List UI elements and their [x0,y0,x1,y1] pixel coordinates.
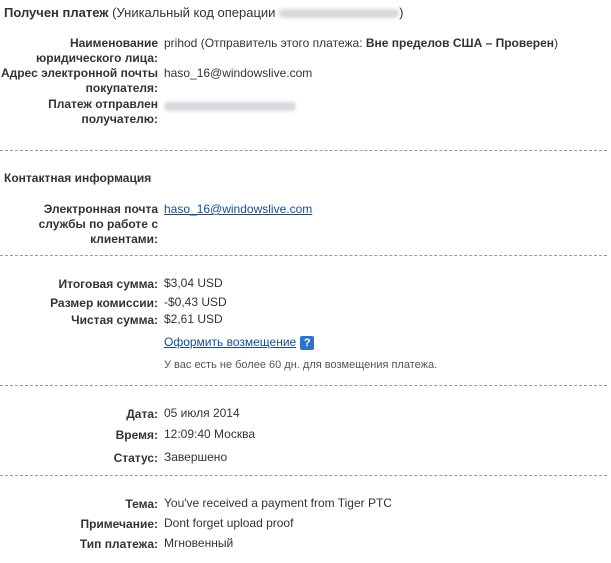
sender-verification-status: Вне пределов США – Проверен [365,36,555,50]
fee-label: Размер комиссии: [50,296,158,310]
transaction-code-redacted [279,9,400,19]
legal-name-label-line2: юридического лица: [36,51,158,65]
support-email-label: Электронная почта службы по работе с кли… [39,202,158,247]
buyer-email-label: Адрес электронной почты покупателя: [1,66,158,96]
time-label: Время: [115,428,158,442]
date-label: Дата: [126,407,158,421]
net-amount-label: Чистая сумма: [71,313,158,327]
section-divider [0,255,607,256]
page-title: Получен платеж (Уникальный код операции … [4,5,403,20]
time-value: 12:09:40 Москва [164,427,256,441]
sent-to-label-line2: получателю: [81,112,158,126]
status-value: Завершено [164,450,228,464]
section-divider [0,385,607,386]
support-email-value: haso_16@windowslive.com [164,202,312,217]
sent-to-label-line1: Платеж отправлен [48,97,158,111]
net-amount-value: $2,61 USD [164,312,223,326]
date-value: 05 июля 2014 [164,406,240,420]
legal-name-text: prihod (Отправитель этого платежа: [164,36,366,50]
buyer-email-value: haso_16@windowslive.com [164,66,313,80]
issue-refund-link[interactable]: Оформить возмещение [164,335,296,349]
fee-value: -$0,43 USD [164,295,227,309]
legal-name-value: prihod (Отправитель этого платежа: Вне п… [164,36,558,51]
section-divider [0,150,607,151]
transaction-code-prefix: (Уникальный код операции [112,5,276,20]
payment-type-value: Мгновенный [164,536,234,550]
support-email-label-line1: Электронная почта [43,202,158,216]
sent-to-value-redacted [164,99,296,114]
payment-type-label: Тип платежа: [79,537,158,551]
refund-row: Оформить возмещение? [164,335,315,350]
contact-section-title: Контактная информация [4,171,152,185]
page-title-text: Получен платеж [4,5,109,20]
legal-name-label-line1: Наименование [69,36,158,50]
subject-value: You've received a payment from Tiger PTC [164,496,392,510]
buyer-email-label-line1: Адрес электронной почты [0,66,158,80]
section-divider [0,475,607,476]
total-amount-value: $3,04 USD [164,276,223,290]
note-value: Dont forget upload proof [164,516,294,530]
support-email-link[interactable]: haso_16@windowslive.com [164,202,312,216]
subject-label: Тема: [125,497,158,511]
legal-name-label: Наименование юридического лица: [36,36,158,66]
recipient-email-redacted [164,102,296,112]
refund-deadline-note: У вас есть не более 60 дн. для возмещени… [164,359,438,371]
transaction-code-suffix: ) [399,5,404,20]
buyer-email-label-line2: покупателя: [85,81,158,95]
support-email-label-line2: службы по работе с [38,217,158,231]
sent-to-label: Платеж отправлен получателю: [48,97,158,127]
status-label: Статус: [113,451,158,465]
total-amount-label: Итоговая сумма: [58,277,158,291]
note-label: Примечание: [80,517,158,531]
help-icon[interactable]: ? [300,335,315,350]
support-email-label-line3: клиентами: [90,232,158,246]
legal-name-close: ) [554,36,559,50]
